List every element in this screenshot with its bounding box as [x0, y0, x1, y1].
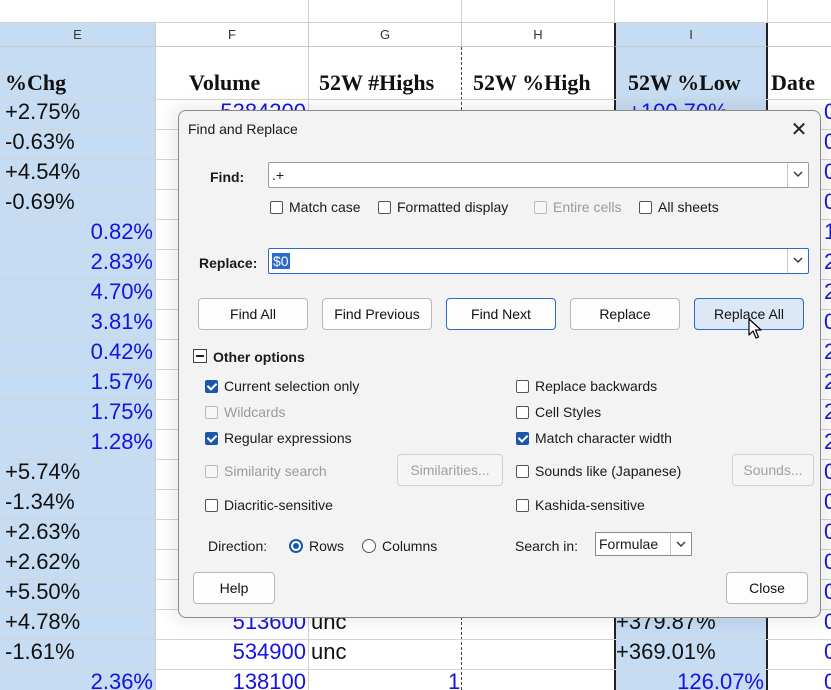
diacritic-sensitive-checkbox[interactable]: Diacritic-sensitive [205, 497, 333, 513]
cell-chg[interactable]: 0.82% [91, 219, 153, 249]
kashida-sensitive-checkbox[interactable]: Kashida-sensitive [516, 497, 645, 513]
column-header-e[interactable]: E [0, 23, 156, 47]
find-next-button[interactable]: Find Next [446, 298, 556, 330]
direction-label: Direction: [208, 538, 268, 554]
header-chg: %Chg [5, 70, 67, 95]
cell-date[interactable]: 0 [824, 669, 831, 690]
cell-chg[interactable]: 1.28% [91, 429, 153, 459]
cell-chg[interactable]: 0.42% [91, 339, 153, 369]
find-previous-button[interactable]: Find Previous [322, 298, 432, 330]
cell-chg[interactable]: 1.57% [91, 369, 153, 399]
cell-chg[interactable]: -0.69% [5, 189, 75, 219]
wildcards-checkbox[interactable]: Wildcards [205, 404, 285, 420]
replace-input[interactable]: $0 [272, 253, 290, 269]
cell-chg[interactable]: 3.81% [91, 309, 153, 339]
cell-volume[interactable]: 534900 [233, 639, 306, 669]
close-icon[interactable]: ✕ [788, 119, 810, 141]
sounds-button[interactable]: Sounds... [732, 454, 814, 486]
chevron-down-icon[interactable] [787, 249, 808, 273]
cell-chg[interactable]: -1.61% [5, 639, 75, 669]
help-button[interactable]: Help [193, 572, 275, 604]
replace-label: Replace: [199, 255, 258, 271]
header-52w-high-pct: 52W %High [473, 70, 591, 95]
formula-strip [0, 0, 831, 23]
cell-chg[interactable]: +2.62% [5, 549, 80, 579]
header-52w-highs-count: 52W #Highs [319, 70, 435, 95]
column-header-j[interactable] [768, 23, 831, 47]
cell-52w-highs[interactable]: unc [311, 639, 346, 669]
header-date: Date [771, 70, 815, 95]
cell-chg[interactable]: +4.78% [5, 609, 80, 639]
find-combobox[interactable]: .+ [268, 162, 809, 188]
rows-radio[interactable]: Rows [289, 538, 344, 554]
cell-chg[interactable]: -0.63% [5, 129, 75, 159]
match-case-checkbox[interactable]: Match case [270, 199, 361, 215]
column-header-i[interactable]: I [614, 23, 768, 47]
cell-chg[interactable]: +2.63% [5, 519, 80, 549]
dialog-title: Find and Replace [188, 121, 298, 137]
cell-chg[interactable]: +5.74% [5, 459, 80, 489]
chevron-down-icon[interactable] [670, 533, 691, 555]
header-52w-low-pct: 52W %Low [628, 70, 741, 95]
all-sheets-checkbox[interactable]: All sheets [639, 199, 719, 215]
find-replace-dialog: Find and Replace ✕ Find: .+ Match case F… [178, 110, 821, 618]
match-character-width-checkbox[interactable]: Match character width [516, 430, 672, 446]
entire-cells-checkbox[interactable]: Entire cells [534, 199, 621, 215]
close-button[interactable]: Close [726, 572, 808, 604]
cell-chg[interactable]: +5.50% [5, 579, 80, 609]
cell-styles-checkbox[interactable]: Cell Styles [516, 404, 601, 420]
cell-chg[interactable]: 2.36% [91, 669, 153, 690]
replace-backwards-checkbox[interactable]: Replace backwards [516, 378, 657, 394]
find-input[interactable]: .+ [272, 167, 284, 183]
replace-combobox[interactable]: $0 [268, 248, 809, 274]
search-in-label: Search in: [515, 538, 579, 554]
replace-button[interactable]: Replace [570, 298, 680, 330]
cell-chg[interactable]: 4.70% [91, 279, 153, 309]
column-header-h[interactable]: H [462, 23, 615, 47]
mouse-pointer-icon [748, 318, 762, 339]
cell-volume[interactable]: 138100 [233, 669, 306, 690]
find-all-button[interactable]: Find All [198, 298, 308, 330]
column-header-f[interactable]: F [156, 23, 309, 47]
search-in-select[interactable]: Formulae [595, 532, 692, 556]
other-options-label[interactable]: Other options [213, 349, 305, 365]
cell-chg[interactable]: +4.54% [5, 159, 80, 189]
cell-52w-highs[interactable]: 1 [448, 669, 460, 690]
chevron-down-icon[interactable] [787, 163, 808, 187]
cell-52w-low[interactable]: +369.01% [616, 639, 716, 669]
similarity-search-checkbox[interactable]: Similarity search [205, 463, 327, 479]
header-volume: Volume [189, 70, 261, 95]
similarities-button[interactable]: Similarities... [397, 454, 503, 486]
columns-radio[interactable]: Columns [362, 538, 437, 554]
regular-expressions-checkbox[interactable]: Regular expressions [205, 430, 352, 446]
cell-chg[interactable]: 1.75% [91, 399, 153, 429]
formatted-display-checkbox[interactable]: Formatted display [378, 199, 508, 215]
find-label: Find: [210, 169, 245, 185]
cell-52w-low[interactable]: 126.07% [677, 669, 764, 690]
current-selection-checkbox[interactable]: Current selection only [205, 378, 359, 394]
cell-chg[interactable]: -1.34% [5, 489, 75, 519]
cell-chg[interactable]: +2.75% [5, 99, 80, 129]
sounds-like-checkbox[interactable]: Sounds like (Japanese) [516, 463, 681, 479]
column-header-g[interactable]: G [309, 23, 462, 47]
cell-date[interactable]: 0 [824, 639, 831, 669]
collapse-icon[interactable] [193, 349, 207, 363]
cell-chg[interactable]: 2.83% [91, 249, 153, 279]
